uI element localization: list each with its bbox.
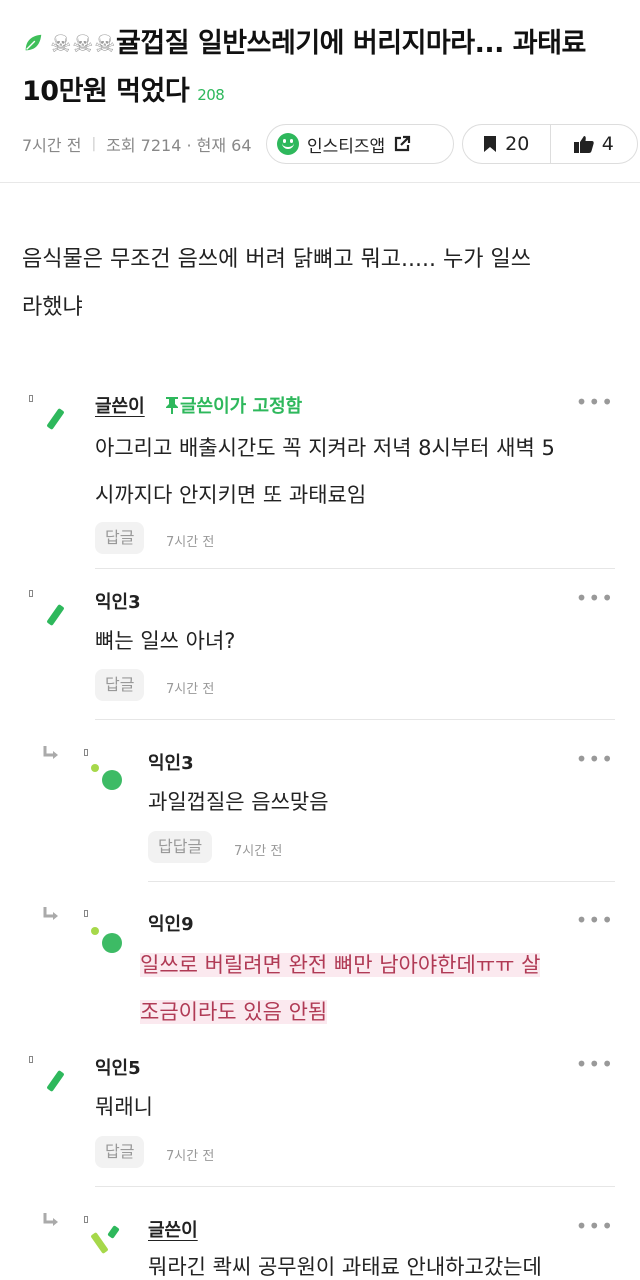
bookmark-button[interactable]: 20 — [463, 125, 550, 163]
avatar-mark — [29, 1056, 33, 1063]
more-dots-icon[interactable]: ••• — [576, 908, 614, 932]
comment-divider — [95, 1186, 615, 1187]
header-divider — [0, 182, 640, 183]
comment-divider — [95, 568, 615, 569]
post-time: 7시간 전 — [22, 136, 82, 155]
comment-text: 뭐라긴 콱씨 공무원이 과태료 안내하고갔는데 — [148, 1244, 542, 1280]
comment-line: 시까지다 안지키면 또 과태료임 — [95, 483, 367, 507]
comment-line: 일쓰로 버릴려면 완전 뼈만 남아야한데ㅠㅠ 살 — [140, 942, 541, 989]
comment-author[interactable]: 익인9 — [148, 910, 194, 936]
reply-arrow-icon — [43, 746, 58, 759]
comment-line: 아그리고 배출시간도 꼭 지켜라 저녁 8시부터 새벽 5 — [95, 436, 555, 460]
comment-author[interactable]: 익인3 — [95, 588, 141, 614]
thumbs-up-icon — [573, 136, 594, 153]
bookmark-count: 20 — [505, 133, 530, 155]
comment-author[interactable]: 익인3 — [148, 749, 194, 775]
reply-button[interactable]: 답글 — [95, 669, 145, 701]
avatar — [46, 603, 65, 627]
highlighted-text: 일쓰로 버릴려면 완전 뼈만 남아야한데ㅠㅠ 살 — [140, 953, 541, 977]
pinned-badge: 글쓴이가 고정함 — [164, 392, 302, 418]
comment-time: 7시간 전 — [166, 535, 215, 550]
comment-text: 아그리고 배출시간도 꼭 지켜라 저녁 8시부터 새벽 5 시까지다 안지키면 … — [95, 425, 555, 519]
pin-icon — [166, 397, 178, 414]
skull-icon: ☠ — [72, 30, 94, 58]
post-title: ☠☠☠귤껍질 일반쓰레기에 버리지마라... 과태료 10만원 먹었다 208 — [22, 20, 622, 119]
post-body-line: 라했냐 — [22, 295, 83, 320]
post-body-line: 음식물은 무조건 음쓰에 버려 닭뼈고 뭐고..... 누가 일쓰 — [22, 247, 531, 272]
comment-divider — [95, 719, 615, 720]
avatar — [46, 407, 65, 431]
external-link-icon — [395, 135, 411, 152]
reply-button[interactable]: 답글 — [95, 1136, 145, 1168]
more-dots-icon[interactable]: ••• — [576, 747, 614, 771]
reply-arrow-icon — [43, 1213, 58, 1226]
more-dots-icon[interactable]: ••• — [576, 1214, 614, 1238]
avatar-mark — [84, 1216, 88, 1223]
open-app-label: 인스티즈앱 — [307, 136, 386, 157]
avatar-mark — [29, 590, 33, 597]
comment-text: 일쓰로 버릴려면 완전 뼈만 남아야한데ㅠㅠ 살 조금이라도 있음 안됨 — [140, 942, 541, 1036]
pinned-label: 글쓴이가 고정함 — [180, 396, 303, 417]
open-app-button[interactable]: 인스티즈앱 — [266, 124, 454, 164]
skull-icon: ☠ — [50, 30, 72, 58]
meta-divider: | — [91, 136, 97, 152]
view-count: 조회 7214 · 현재 64 — [106, 136, 252, 155]
comment-text: 뭐래니 — [95, 1084, 153, 1131]
comment-text: 과일껍질은 음쓰맞음 — [148, 779, 329, 826]
avatar — [91, 927, 99, 935]
comment-text: 뼈는 일쓰 아녀? — [95, 618, 235, 665]
like-button[interactable]: 4 — [549, 125, 638, 163]
comment-line: 과일껍질은 음쓰맞음 — [148, 790, 329, 814]
comment-line: 뭐래니 — [95, 1095, 153, 1119]
avatar-mark — [29, 395, 33, 402]
post-body: 음식물은 무조건 음쓰에 버려 닭뼈고 뭐고..... 누가 일쓰 라했냐 — [22, 236, 622, 332]
comment-line: 뼈는 일쓰 아녀? — [95, 629, 236, 653]
avatar — [90, 1231, 109, 1255]
more-dots-icon[interactable]: ••• — [576, 390, 614, 414]
avatar — [102, 770, 122, 790]
comment-divider — [148, 881, 615, 882]
comment-author[interactable]: 글쓴이 — [148, 1216, 198, 1242]
avatar — [46, 1069, 65, 1093]
comment-time: 7시간 전 — [166, 1149, 215, 1164]
avatar — [91, 764, 99, 772]
comment-line: 뭐라긴 콱씨 공무원이 과태료 안내하고갔는데 — [148, 1255, 542, 1279]
comment-author[interactable]: 익인5 — [95, 1054, 141, 1080]
comment-time: 7시간 전 — [234, 844, 283, 859]
comment-count[interactable]: 208 — [197, 86, 225, 104]
like-count: 4 — [601, 133, 614, 155]
avatar-mark — [84, 910, 88, 917]
comment-author[interactable]: 글쓴이 — [95, 392, 145, 418]
highlighted-text: 조금이라도 있음 안됨 — [140, 1000, 328, 1024]
avatar — [107, 1225, 120, 1239]
comment-line: 조금이라도 있음 안됨 — [140, 989, 540, 1036]
reply-button[interactable]: 답답글 — [148, 831, 213, 863]
skull-icon: ☠ — [94, 30, 116, 58]
post-meta: 7시간 전 | 조회 7214 · 현재 64 인스티즈앱 20 4 — [22, 124, 638, 164]
avatar — [102, 933, 122, 953]
more-dots-icon[interactable]: ••• — [576, 1052, 614, 1076]
smile-icon — [277, 133, 299, 155]
avatar-mark — [84, 749, 88, 756]
leaf-icon — [25, 34, 42, 51]
comment-time: 7시간 전 — [166, 682, 215, 697]
reply-button[interactable]: 답글 — [95, 522, 145, 554]
post-actions: 20 4 — [462, 124, 638, 164]
post-header: ☠☠☠귤껍질 일반쓰레기에 버리지마라... 과태료 10만원 먹었다 208 — [22, 20, 622, 119]
more-dots-icon[interactable]: ••• — [576, 586, 614, 610]
bookmark-icon — [484, 136, 497, 152]
reply-arrow-icon — [43, 907, 58, 920]
